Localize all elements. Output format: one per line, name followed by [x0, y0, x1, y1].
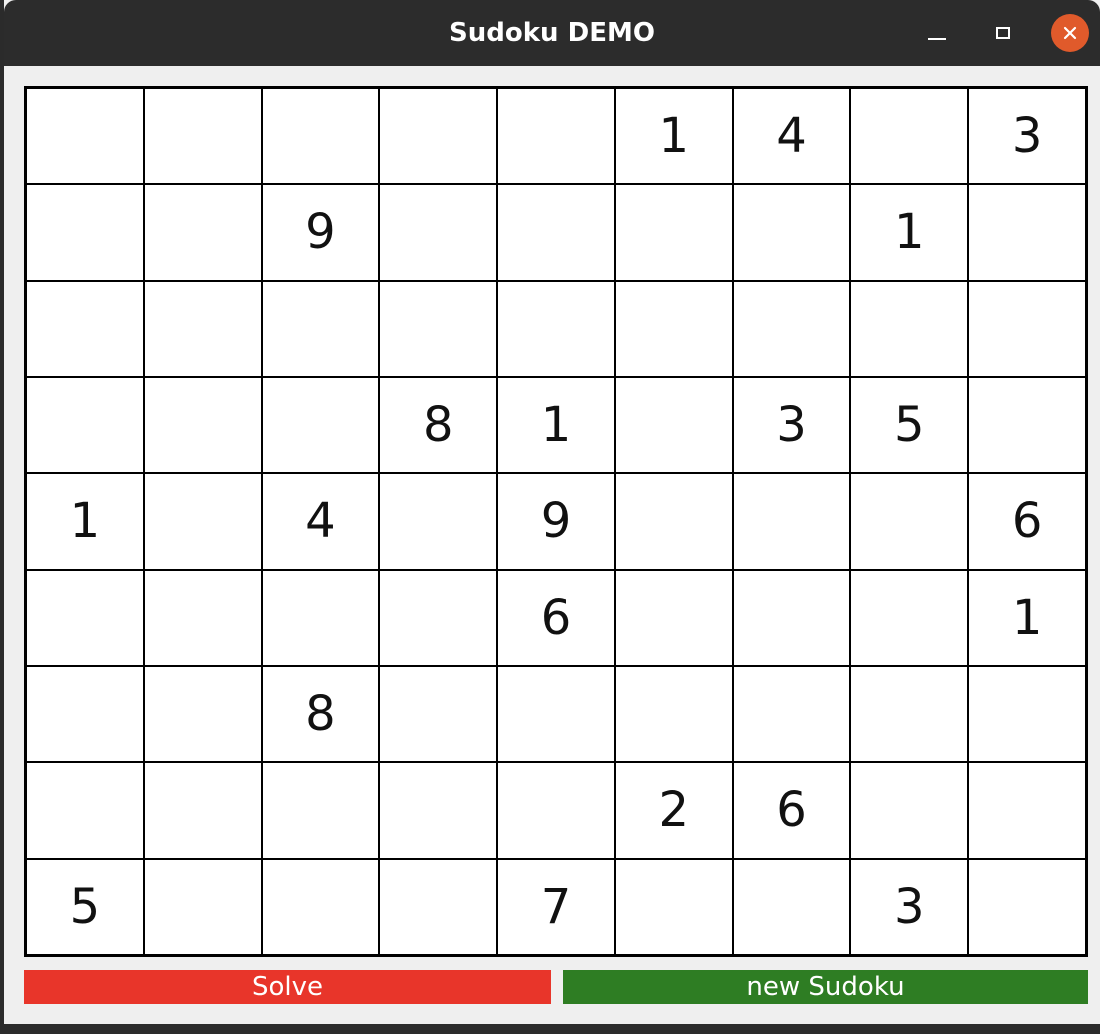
sudoku-cell[interactable]: 5: [850, 377, 969, 474]
sudoku-cell[interactable]: [850, 569, 969, 666]
sudoku-cell[interactable]: [968, 762, 1086, 859]
sudoku-cell[interactable]: [732, 280, 851, 377]
sudoku-cell[interactable]: [968, 280, 1086, 377]
sudoku-cell[interactable]: [261, 280, 380, 377]
sudoku-cell[interactable]: [850, 473, 969, 570]
sudoku-cell[interactable]: [497, 280, 615, 377]
sudoku-cell[interactable]: 6: [968, 473, 1086, 570]
sudoku-cell[interactable]: [26, 569, 144, 666]
sudoku-cell[interactable]: [497, 184, 615, 281]
sudoku-cell[interactable]: 3: [732, 377, 851, 474]
sudoku-cell[interactable]: [614, 473, 733, 570]
sudoku-cell[interactable]: 7: [497, 858, 615, 955]
sudoku-cell[interactable]: [379, 569, 498, 666]
sudoku-cell[interactable]: [261, 569, 380, 666]
sudoku-cell[interactable]: [379, 184, 498, 281]
sudoku-cell[interactable]: [614, 184, 733, 281]
sudoku-cell[interactable]: 1: [850, 184, 969, 281]
sudoku-cell[interactable]: 3: [850, 858, 969, 955]
sudoku-grid: 143918135149661826573: [24, 86, 1088, 957]
sudoku-cell[interactable]: [732, 473, 851, 570]
sudoku-cell[interactable]: [143, 280, 262, 377]
sudoku-cell[interactable]: [379, 473, 498, 570]
sudoku-cell[interactable]: 8: [379, 377, 498, 474]
sudoku-cell[interactable]: 1: [968, 569, 1086, 666]
sudoku-cell[interactable]: [968, 858, 1086, 955]
sudoku-cell[interactable]: [26, 762, 144, 859]
sudoku-cell[interactable]: 4: [732, 88, 851, 185]
sudoku-cell[interactable]: [143, 184, 262, 281]
sudoku-cell[interactable]: 9: [497, 473, 615, 570]
sudoku-cell[interactable]: [850, 280, 969, 377]
sudoku-cell[interactable]: 3: [968, 88, 1086, 185]
sudoku-cell[interactable]: [26, 280, 144, 377]
sudoku-cell[interactable]: [850, 666, 969, 763]
sudoku-cell[interactable]: 1: [497, 377, 615, 474]
sudoku-cell[interactable]: 2: [614, 762, 733, 859]
sudoku-cell[interactable]: [968, 184, 1086, 281]
sudoku-cell[interactable]: [497, 762, 615, 859]
minimize-icon[interactable]: [918, 14, 956, 52]
sudoku-cell[interactable]: [261, 762, 380, 859]
sudoku-cell[interactable]: [850, 762, 969, 859]
sudoku-cell[interactable]: 1: [26, 473, 144, 570]
sudoku-cell[interactable]: 6: [497, 569, 615, 666]
sudoku-cell[interactable]: [850, 88, 969, 185]
sudoku-cell[interactable]: 6: [732, 762, 851, 859]
sudoku-cell[interactable]: [261, 88, 380, 185]
sudoku-cell[interactable]: [261, 858, 380, 955]
app-window: Sudoku DEMO 143918135149661826573 Solve …: [4, 0, 1100, 1024]
solve-button[interactable]: Solve: [24, 970, 551, 1004]
sudoku-cell[interactable]: [26, 666, 144, 763]
sudoku-cell[interactable]: [614, 280, 733, 377]
sudoku-cell[interactable]: 8: [261, 666, 380, 763]
sudoku-cell[interactable]: [379, 762, 498, 859]
sudoku-cell[interactable]: [614, 666, 733, 763]
sudoku-cell[interactable]: [143, 473, 262, 570]
sudoku-cell[interactable]: [614, 858, 733, 955]
sudoku-cell[interactable]: [261, 377, 380, 474]
sudoku-cell[interactable]: [26, 184, 144, 281]
sudoku-cell[interactable]: [968, 666, 1086, 763]
sudoku-cell[interactable]: [732, 184, 851, 281]
sudoku-cell[interactable]: 1: [614, 88, 733, 185]
sudoku-cell[interactable]: [614, 377, 733, 474]
sudoku-cell[interactable]: [26, 88, 144, 185]
sudoku-cell[interactable]: [732, 569, 851, 666]
sudoku-cell[interactable]: [143, 377, 262, 474]
sudoku-cell[interactable]: [26, 377, 144, 474]
sudoku-cell[interactable]: [497, 88, 615, 185]
maximize-icon[interactable]: [984, 14, 1022, 52]
sudoku-cell[interactable]: 9: [261, 184, 380, 281]
sudoku-cell[interactable]: [379, 280, 498, 377]
new-sudoku-button[interactable]: new Sudoku: [563, 970, 1088, 1004]
sudoku-cell[interactable]: [143, 88, 262, 185]
sudoku-cell[interactable]: [143, 666, 262, 763]
sudoku-cell[interactable]: [497, 666, 615, 763]
sudoku-cell[interactable]: 5: [26, 858, 144, 955]
sudoku-cell[interactable]: [732, 666, 851, 763]
sudoku-cell[interactable]: [143, 569, 262, 666]
sudoku-cell[interactable]: [379, 666, 498, 763]
close-icon[interactable]: [1051, 14, 1089, 52]
sudoku-cell[interactable]: [143, 858, 262, 955]
sudoku-cell[interactable]: [968, 377, 1086, 474]
sudoku-cell[interactable]: [379, 858, 498, 955]
title-bar: Sudoku DEMO: [4, 0, 1100, 66]
sudoku-cell[interactable]: [614, 569, 733, 666]
sudoku-cell[interactable]: [143, 762, 262, 859]
sudoku-cell[interactable]: 4: [261, 473, 380, 570]
sudoku-cell[interactable]: [732, 858, 851, 955]
sudoku-cell[interactable]: [379, 88, 498, 185]
